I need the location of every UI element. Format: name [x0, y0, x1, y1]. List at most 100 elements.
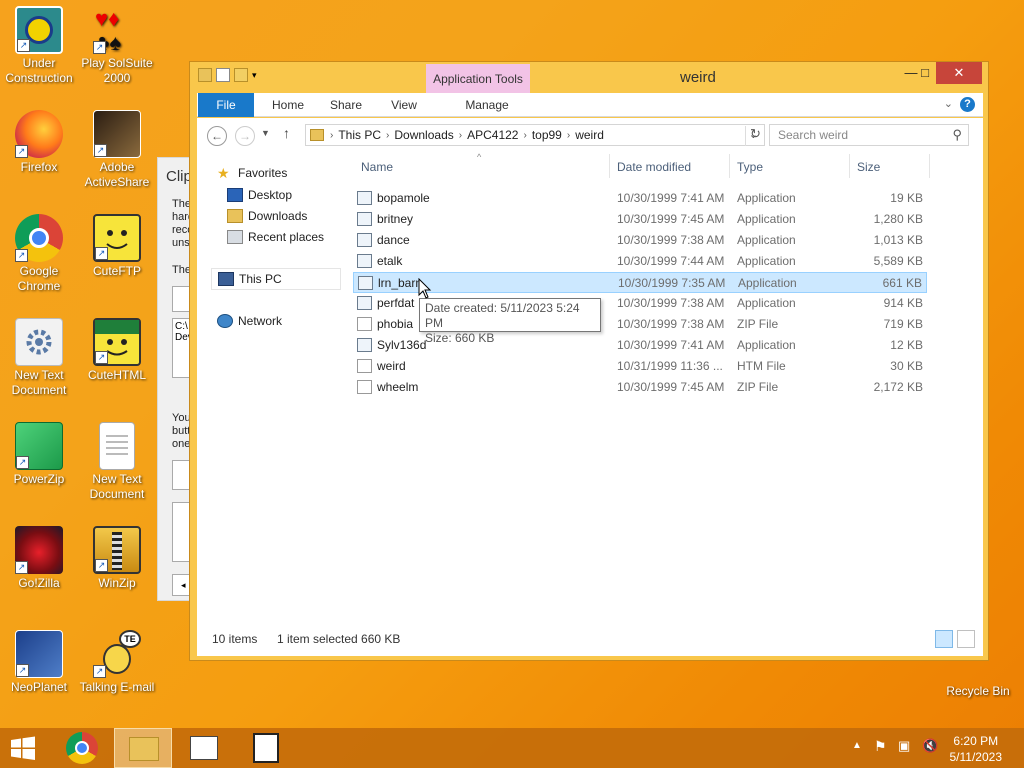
nav-downloads[interactable]: Downloads	[227, 209, 307, 223]
shortcut-arrow-icon: ↗	[15, 249, 28, 262]
network-tray-icon[interactable]: ▣	[898, 738, 910, 754]
new-folder-icon[interactable]	[234, 68, 248, 82]
desktop-icon-label: CuteHTML	[87, 368, 146, 382]
taskbar-chrome[interactable]	[56, 728, 108, 768]
file-row[interactable]: weird 10/31/1999 11:36 ... HTM File 30 KB	[353, 356, 927, 377]
file-size: 1,280 KB	[873, 212, 923, 226]
recent-locations-chevron-icon[interactable]: ▼	[261, 128, 270, 138]
column-header-type[interactable]: Type	[737, 160, 763, 174]
desktop-icon-recycle-bin[interactable]: Recycle Bin	[938, 660, 1018, 699]
tab-file[interactable]: File	[198, 93, 254, 117]
desktop-icon-gozilla[interactable]: ↗ Go!Zilla	[0, 526, 78, 591]
desktop-icon-neoplanet[interactable]: ↗ NeoPlanet	[0, 630, 78, 695]
column-header-name[interactable]: Name	[361, 160, 393, 174]
desktop-icon-label: Talking E-mail	[79, 680, 155, 694]
breadcrumb-apc4122[interactable]: APC4122	[467, 128, 518, 142]
up-button[interactable]: ↑	[283, 125, 290, 141]
desktop-icon-label: PowerZip	[13, 472, 65, 486]
clock[interactable]: 6:20 PM 5/11/2023	[950, 733, 1003, 765]
help-icon[interactable]: ?	[960, 97, 975, 112]
desktop-icon-cuteftp[interactable]: ↗ CuteFTP	[78, 214, 156, 279]
desktop-icon-talking-email[interactable]: TE ↗ Talking E-mail	[78, 630, 156, 695]
nav-label: Desktop	[248, 188, 293, 202]
breadcrumb-this-pc[interactable]: This PC	[338, 128, 381, 142]
desktop-icon-label: NeoPlanet	[10, 680, 68, 694]
back-button[interactable]: ←	[207, 126, 227, 146]
desktop-icon-chrome[interactable]: ↗ Google Chrome	[0, 214, 78, 294]
show-hidden-icons-icon[interactable]: ▲	[852, 740, 862, 751]
customize-toolbar-icon[interactable]: ▾	[252, 68, 262, 82]
breadcrumb-weird[interactable]: weird	[575, 128, 604, 142]
expand-ribbon-icon[interactable]: ⌄	[944, 97, 953, 110]
file-size: 719 KB	[883, 317, 923, 331]
column-header-date-modified[interactable]: Date modified	[617, 160, 691, 174]
nav-this-pc[interactable]: This PC	[211, 268, 341, 290]
tab-home[interactable]: Home	[263, 93, 313, 117]
explorer-window[interactable]: ▾ Application Tools weird — □ ✕ File Hom…	[189, 61, 989, 661]
maximize-button[interactable]: □	[912, 62, 938, 84]
tab-view[interactable]: View	[379, 93, 429, 117]
nav-label: Recent places	[248, 230, 325, 244]
desktop-icon-cutehtml[interactable]: ↗ CuteHTML	[78, 318, 156, 383]
adobe-activeshare-icon: ↗	[93, 110, 141, 158]
nav-network[interactable]: Network	[217, 314, 282, 328]
large-icons-view-button[interactable]	[957, 630, 975, 648]
refresh-icon[interactable]: ↻	[745, 126, 765, 146]
taskbar-app-list[interactable]	[176, 728, 232, 768]
file-row[interactable]: wheelm 10/30/1999 7:45 AM ZIP File 2,172 KB	[353, 377, 927, 398]
desktop-icon-powerzip[interactable]: ↗ PowerZip	[0, 422, 78, 487]
tab-share[interactable]: Share	[321, 93, 371, 117]
volume-muted-icon[interactable]: 🔇	[922, 738, 938, 754]
file-name: britney	[377, 212, 414, 226]
forward-button[interactable]: →	[235, 126, 255, 146]
file-size: 914 KB	[883, 296, 923, 310]
file-row[interactable]: etalk 10/30/1999 7:44 AM Application 5,589 …	[353, 251, 927, 272]
breadcrumb-downloads[interactable]: Downloads	[394, 128, 453, 142]
nav-desktop[interactable]: Desktop	[227, 188, 292, 202]
desktop-icon-label: Play SolSuite 2000	[81, 56, 153, 85]
desktop-icon-new-text-document-1[interactable]: New Text Document	[0, 318, 78, 398]
chrome-icon	[66, 732, 98, 764]
breadcrumb-separator-icon: ›	[330, 129, 334, 141]
search-icon[interactable]: ⚲	[952, 127, 962, 143]
nav-recent-places[interactable]: Recent places	[227, 230, 324, 244]
action-center-flag-icon[interactable]: ⚑	[874, 738, 887, 755]
dialog-text: one	[172, 438, 191, 450]
taskbar-file-explorer[interactable]	[114, 728, 172, 768]
properties-icon[interactable]	[216, 68, 230, 82]
details-view-button[interactable]	[935, 630, 953, 648]
desktop-icon-label: Under Construction	[5, 56, 73, 85]
file-row[interactable]: lrn_barn 10/30/1999 7:35 AM Application 661…	[353, 272, 927, 293]
file-row[interactable]: dance 10/30/1999 7:38 AM Application 1,013 …	[353, 230, 927, 251]
title-bar[interactable]: ▾ Application Tools weird — □ ✕	[190, 62, 988, 94]
taskbar-clipboard-app[interactable]	[238, 728, 294, 768]
desktop-icon-solsuite[interactable]: ♥♦ ♣♠ ↗ Play SolSuite 2000	[78, 6, 156, 86]
tab-manage[interactable]: Manage	[435, 93, 539, 117]
desktop-icon-under-construction[interactable]: ↗ Under Construction	[0, 6, 78, 86]
text-document-icon	[99, 422, 135, 470]
nav-favorites[interactable]: ★ Favorites	[217, 166, 287, 180]
sort-ascending-icon: ^	[477, 152, 482, 162]
breadcrumb-top99[interactable]: top99	[532, 128, 562, 142]
desktop-icon-adobe-activeshare[interactable]: ↗ Adobe ActiveShare	[78, 110, 156, 190]
content-area: ★ Favorites Desktop Downloads Recent pla…	[197, 152, 983, 622]
desktop-icon-firefox[interactable]: ↗ Firefox	[0, 110, 78, 175]
file-name: weird	[377, 359, 406, 373]
file-type: Application	[737, 191, 796, 205]
desktop-icon-winzip[interactable]: ↗ WinZip	[78, 526, 156, 591]
column-header-size[interactable]: Size	[857, 160, 880, 174]
file-type: HTM File	[737, 359, 786, 373]
close-button[interactable]: ✕	[936, 62, 982, 84]
cards-icon: ♥♦ ♣♠ ↗	[93, 6, 141, 55]
folder-icon[interactable]	[198, 68, 212, 82]
desktop-icon-new-text-document-2[interactable]: New Text Document	[78, 422, 156, 502]
desktop-icon-label: Firefox	[20, 160, 58, 174]
file-size: 5,589 KB	[873, 254, 923, 268]
file-row[interactable]: bopamole 10/30/1999 7:41 AM Application 19 …	[353, 188, 927, 209]
start-button[interactable]	[0, 728, 46, 768]
file-name: phobia	[377, 317, 414, 331]
address-bar[interactable]: › This PC › Downloads › APC4122 › top99 …	[305, 124, 765, 146]
search-input[interactable]: Search weird ⚲	[769, 124, 969, 146]
file-date-modified: 10/30/1999 7:35 AM	[618, 276, 726, 290]
file-row[interactable]: britney 10/30/1999 7:45 AM Application 1,28…	[353, 209, 927, 230]
